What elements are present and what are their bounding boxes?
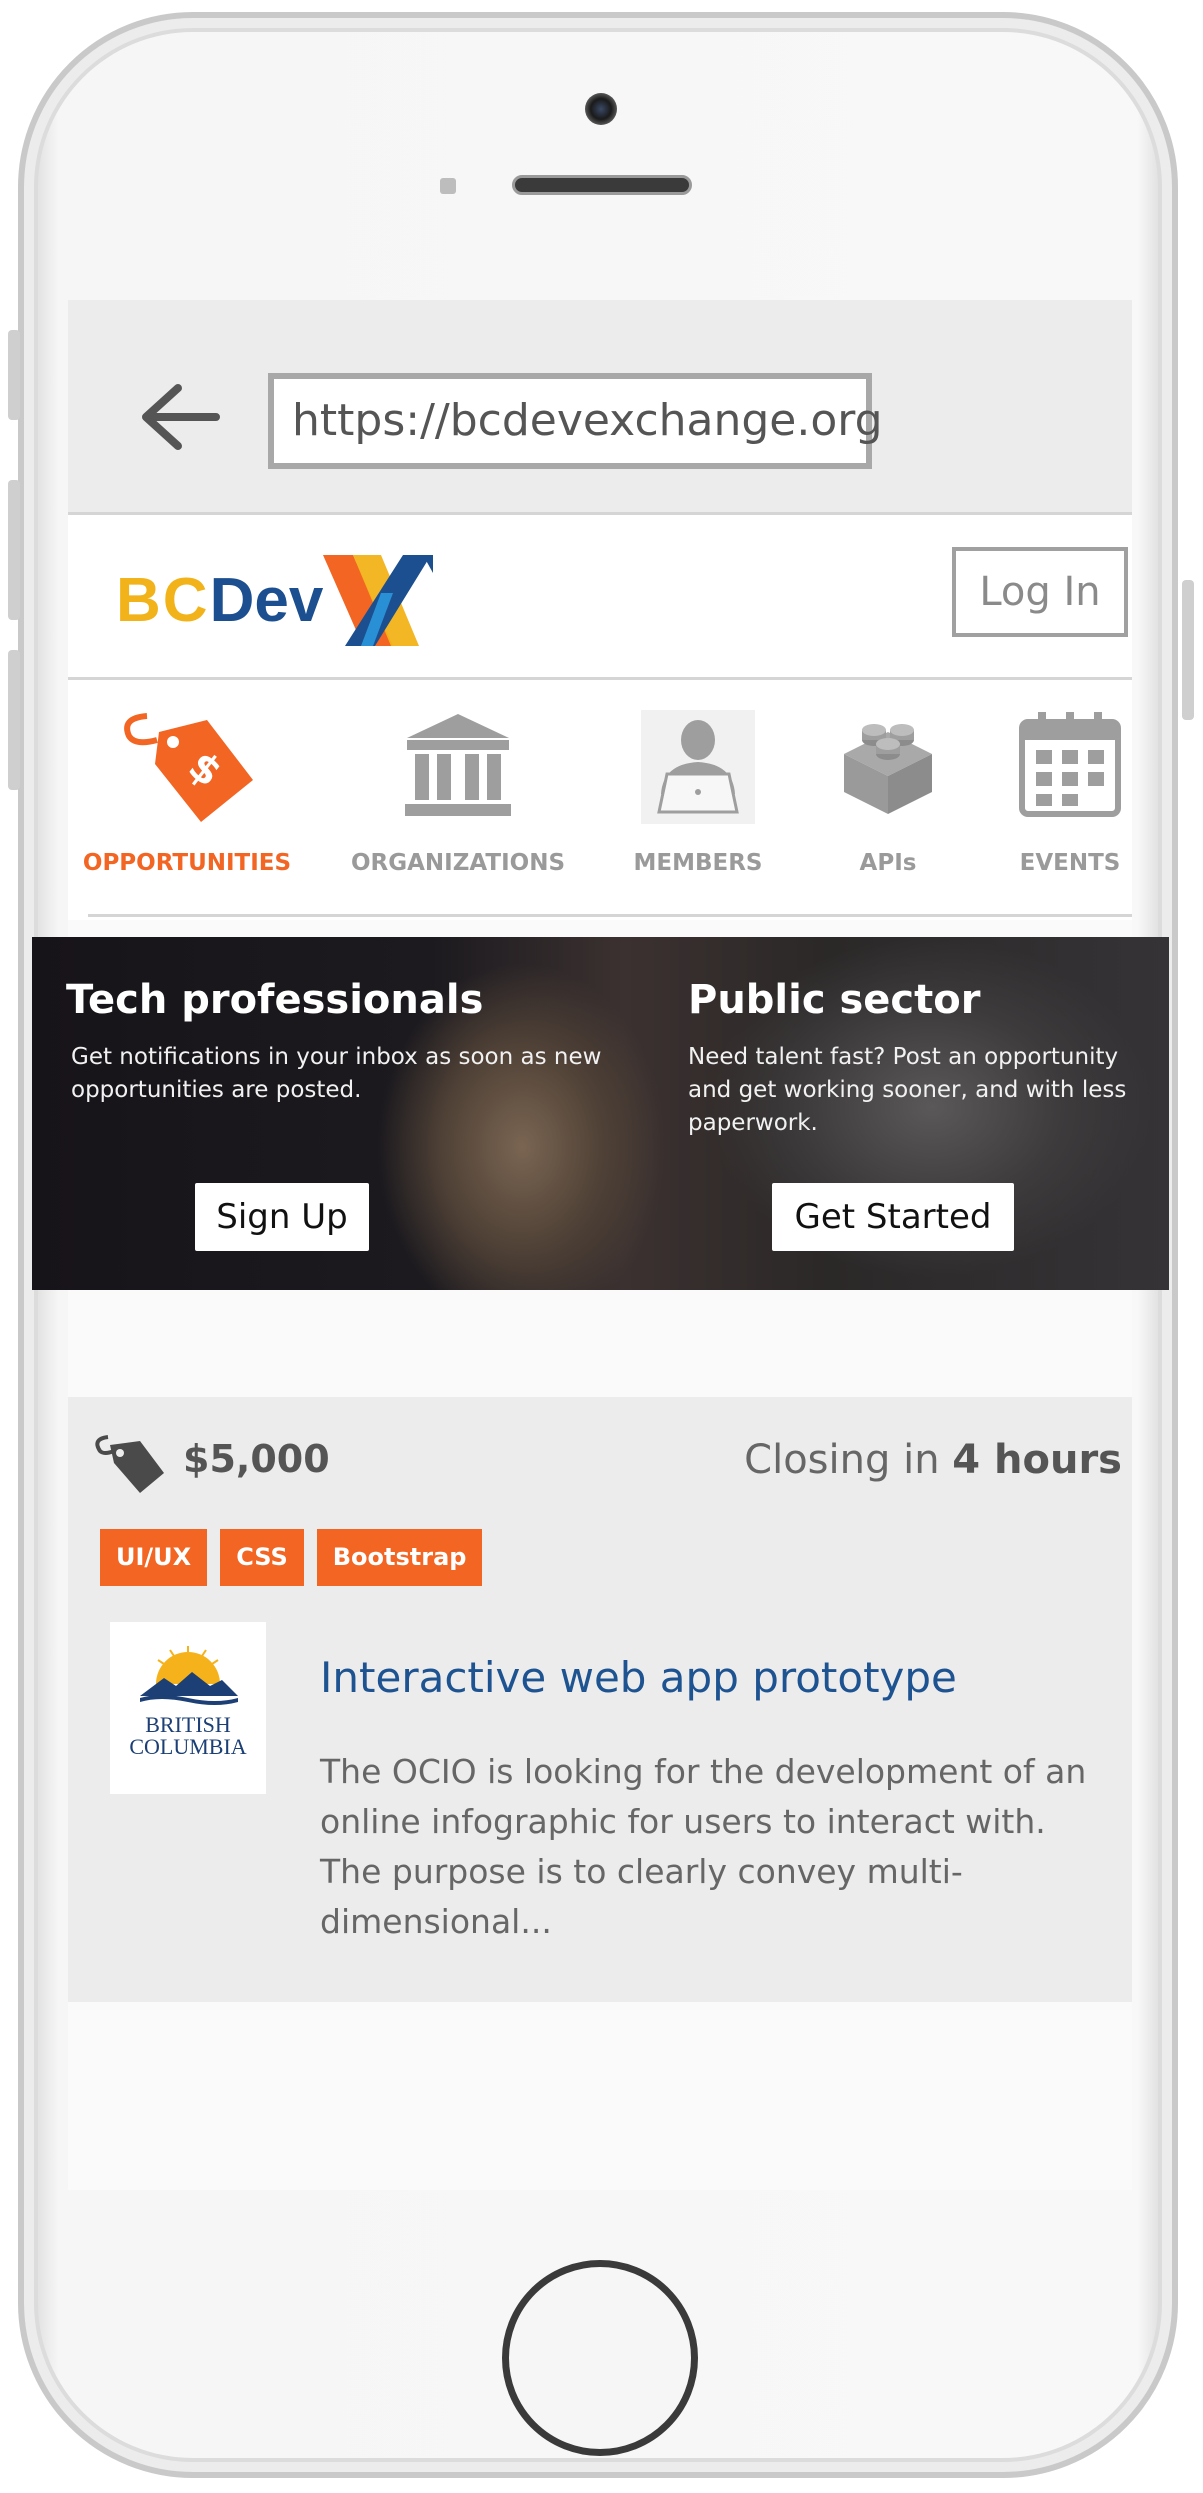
proximity-sensor [440, 178, 456, 194]
logo-text-bc: BC [116, 566, 210, 635]
closing-time: Closing in 4 hours [744, 1437, 1122, 1483]
opportunity-card[interactable]: $5,000 Closing in 4 hours UI/UX CSS Boot… [68, 1397, 1132, 2002]
nav-item-apis[interactable]: APIs [818, 680, 958, 900]
nav-label-opportunities: OPPORTUNITIES [82, 850, 292, 876]
earpiece-speaker [512, 175, 692, 195]
nav-item-events[interactable]: EVENTS [1008, 680, 1132, 900]
hero-banner: Tech professionals Get notifications in … [32, 937, 1169, 1290]
bcdevx-logo[interactable]: BC Dev [116, 553, 434, 648]
url-input[interactable]: https://bcdevexchange.org [268, 373, 883, 469]
logo-x-mark-icon [323, 555, 434, 646]
closing-value: 4 hours [952, 1437, 1122, 1483]
nav-label-members: MEMBERS [633, 850, 763, 876]
lego-brick-icon [844, 724, 932, 814]
nav-item-opportunities[interactable]: $ OPPORTUNITIES [82, 680, 292, 900]
phone-screen: https://bcdevexchange.org BC Dev Log In … [32, 300, 1169, 2190]
calendar-icon [1019, 712, 1121, 817]
nav-item-members[interactable]: MEMBERS [608, 680, 788, 900]
price-tag-icon [95, 1435, 164, 1493]
screen-bottom-area [68, 2002, 1132, 2190]
price-tag-icon: $ [124, 713, 253, 822]
building-icon [405, 714, 511, 816]
org-name-line1: BRITISH [145, 1712, 231, 1737]
hero-left-title: Tech professionals [66, 977, 484, 1023]
phone-volume-up [8, 480, 20, 620]
org-name-line2: COLUMBIA [129, 1734, 247, 1759]
tag-uiux[interactable]: UI/UX [100, 1529, 208, 1586]
opportunity-price: $5,000 [183, 1437, 330, 1481]
hero-public-sector: Public sector Need talent fast? Post an … [688, 977, 1148, 1140]
hero-tech-professionals: Tech professionals Get notifications in … [66, 977, 626, 1107]
tag-css[interactable]: CSS [220, 1529, 304, 1586]
hero-left-text: Get notifications in your inbox as soon … [71, 1044, 602, 1103]
site-header: BC Dev Log In [68, 515, 1132, 680]
tag-bootstrap[interactable]: Bootstrap [316, 1529, 483, 1586]
nav-item-organizations[interactable]: ORGANIZATIONS [328, 680, 588, 900]
phone-volume-down [8, 650, 20, 790]
phone-power-button [1182, 580, 1194, 720]
get-started-button[interactable]: Get Started [772, 1183, 1014, 1251]
nav-divider [88, 914, 1132, 917]
browser-address-bar: https://bcdevexchange.org [68, 300, 1132, 515]
member-icon [641, 710, 755, 824]
org-name: BRITISH COLUMBIA [110, 1714, 266, 1758]
nav-label-organizations: ORGANIZATIONS [350, 850, 566, 876]
login-button[interactable]: Log In [952, 547, 1128, 637]
back-arrow-icon[interactable] [138, 382, 220, 452]
logo-text-dev: Dev [209, 566, 324, 635]
hero-right-text: Need talent fast? Post an opportunity an… [688, 1044, 1127, 1136]
nav-label-events: EVENTS [1019, 850, 1121, 876]
closing-prefix: Closing in [744, 1437, 940, 1483]
opportunity-title-link[interactable]: Interactive web app prototype [320, 1653, 957, 1702]
home-button[interactable] [502, 2260, 698, 2456]
skill-tags: UI/UX CSS Bootstrap [100, 1529, 483, 1586]
bc-sun-mountain-icon [140, 1646, 238, 1705]
front-camera [585, 93, 617, 125]
category-nav: $ OPPORTUNITIES ORGANIZATIONS MEMBERS AP… [68, 680, 1132, 920]
phone-mute-switch [8, 330, 20, 420]
sign-up-button[interactable]: Sign Up [195, 1183, 369, 1251]
hero-right-title: Public sector [688, 977, 981, 1023]
british-columbia-logo: BRITISH COLUMBIA [110, 1622, 266, 1794]
opportunity-description: The OCIO is looking for the development … [320, 1752, 1087, 1941]
nav-label-apis: APIs [859, 850, 917, 876]
